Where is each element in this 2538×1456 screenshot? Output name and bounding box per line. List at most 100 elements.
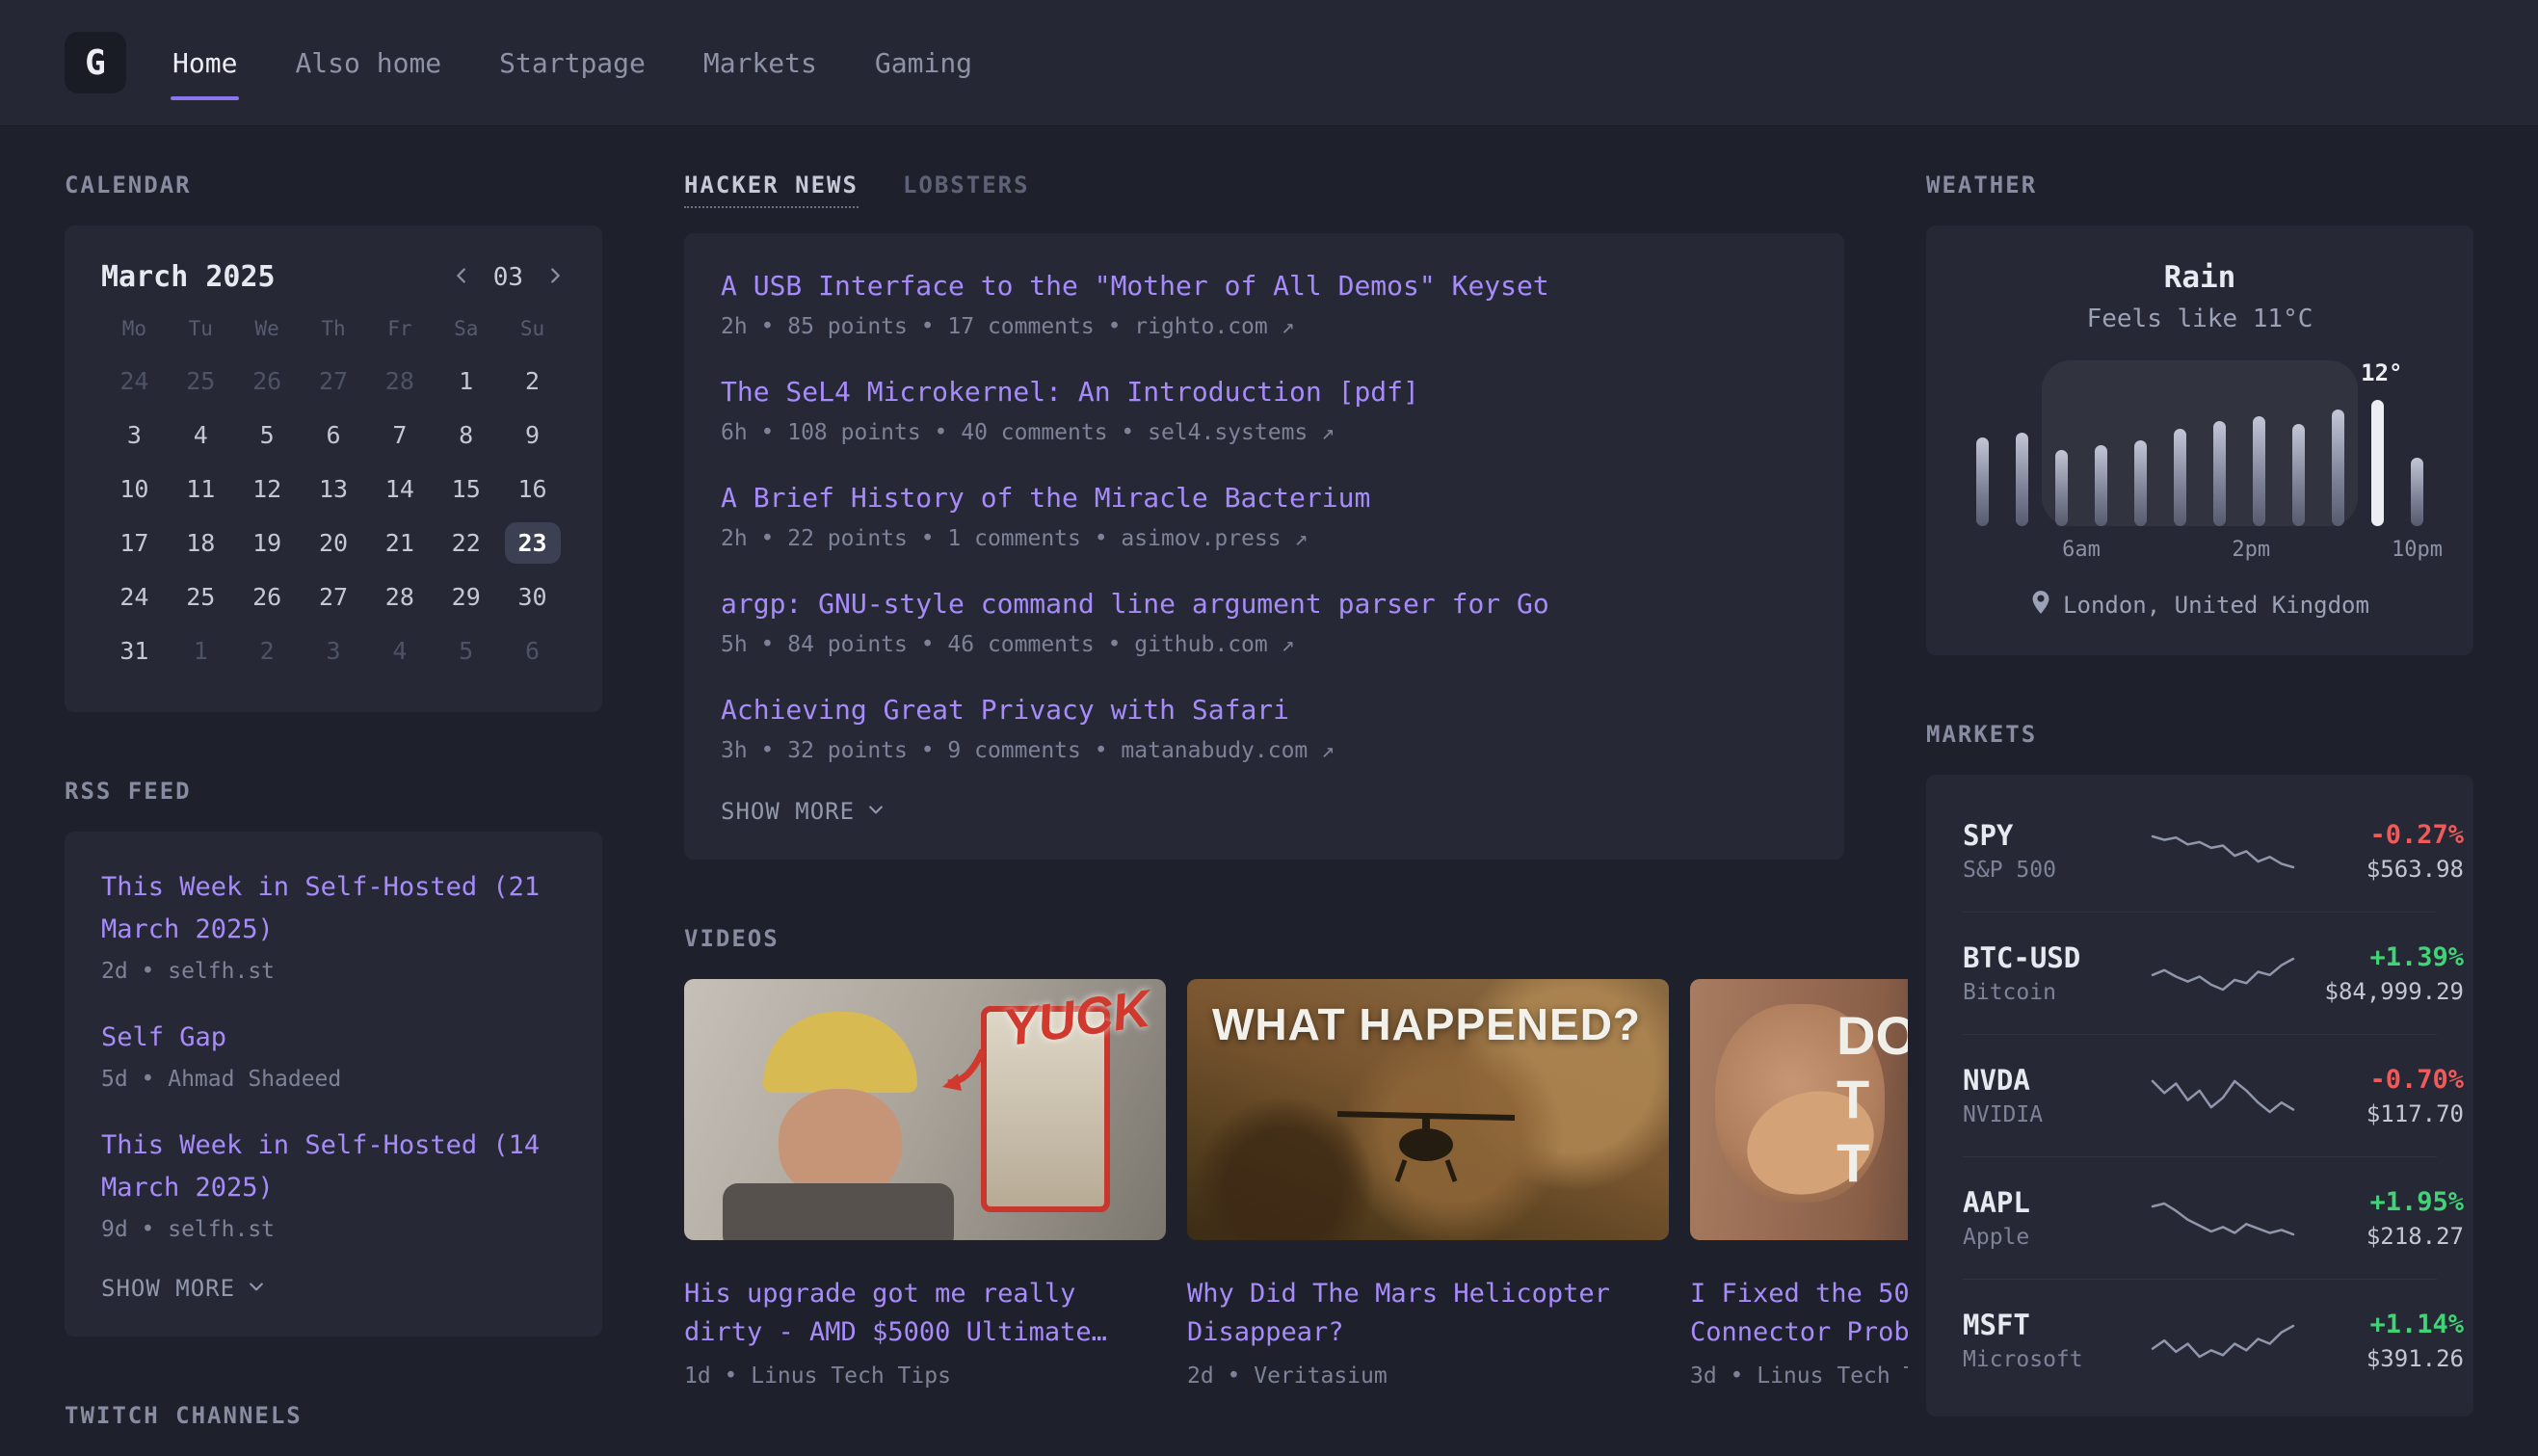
videos-row: YUCK His upgrade got me really dirty - A… — [684, 979, 1908, 1389]
market-row[interactable]: SPY S&P 500 -0.27% $563.98 — [1963, 790, 2437, 912]
video-meta: 2d • Veritasium — [1187, 1363, 1669, 1389]
market-row[interactable]: BTC-USD Bitcoin +1.39% $84,999.29 — [1963, 912, 2437, 1034]
app-logo[interactable]: G — [65, 32, 126, 93]
market-info: BTC-USD Bitcoin — [1963, 941, 2151, 1005]
chevron-down-icon — [247, 1275, 266, 1302]
dashboard: CALENDAR March 2025 03 — [0, 126, 2538, 1456]
video-thumbnail[interactable]: YUCK — [684, 979, 1166, 1240]
video-thumbnail[interactable]: WHAT HAPPENED? — [1187, 979, 1669, 1240]
calendar-day: 12 — [234, 462, 301, 516]
calendar-day: 4 — [168, 408, 234, 462]
body-graphic — [723, 1183, 954, 1240]
market-sparkline — [2151, 1318, 2295, 1363]
rss-item-title[interactable]: Self Gap — [101, 1017, 566, 1059]
calendar-section-title: CALENDAR — [65, 172, 602, 199]
rss-show-more-button[interactable]: SHOW MORE — [101, 1275, 566, 1302]
news-item: A USB Interface to the "Mother of All De… — [721, 268, 1808, 339]
video-card: YUCK His upgrade got me really dirty - A… — [684, 979, 1166, 1389]
time-label: 2pm — [2232, 538, 2270, 562]
weekday-label: Tu — [168, 311, 234, 346]
market-symbol: MSFT — [1963, 1309, 2151, 1341]
calendar-day: 18 — [168, 516, 234, 569]
rss-item: Self Gap 5d • Ahmad Shadeed — [101, 1017, 566, 1092]
market-row[interactable]: NVDA NVIDIA -0.70% $117.70 — [1963, 1034, 2437, 1156]
video-title[interactable]: His upgrade got me really dirty - AMD $5… — [684, 1275, 1166, 1352]
calendar-day: 21 — [366, 516, 433, 569]
news-meta: 2h • 22 points • 1 comments • asimov.pre… — [721, 526, 1808, 551]
weather-bar — [2397, 360, 2437, 526]
right-column: WEATHER Rain Feels like 11°C 12° 6am2pm1… — [1926, 172, 2473, 1456]
market-sparkline — [2151, 951, 2295, 995]
market-info: SPY S&P 500 — [1963, 819, 2151, 883]
tab-hacker-news[interactable]: HACKER NEWS — [684, 172, 859, 208]
market-price: $218.27 — [2295, 1223, 2464, 1250]
news-title[interactable]: The SeL4 Microkernel: An Introduction [p… — [721, 374, 1808, 410]
weather-time-labels: 6am2pm10pm — [1963, 538, 2437, 567]
nav-item-also-home[interactable]: Also home — [293, 26, 443, 100]
hardhat-graphic — [763, 1012, 917, 1093]
calendar-day: 10 — [101, 462, 168, 516]
weather-section-title: WEATHER — [1926, 172, 2473, 199]
video-card: DO T T I Fixed the 5090 Melting Power Co… — [1690, 979, 1908, 1389]
market-symbol: AAPL — [1963, 1186, 2151, 1219]
calendar-day-today: 23 — [499, 516, 566, 569]
current-temp-label: 12° — [2361, 359, 2402, 386]
thumbnail-overlay-text: WHAT HAPPENED? — [1212, 998, 1641, 1050]
weather-location: London, United Kingdom — [1963, 590, 2437, 621]
news-tabs: HACKER NEWS LOBSTERS — [684, 172, 1844, 208]
news-title[interactable]: Achieving Great Privacy with Safari — [721, 692, 1808, 728]
market-info: NVDA NVIDIA — [1963, 1064, 2151, 1127]
rss-item-title[interactable]: This Week in Self-Hosted (21 March 2025) — [101, 866, 566, 951]
market-values: -0.27% $563.98 — [2295, 820, 2464, 883]
face-graphic — [779, 1089, 902, 1199]
market-change: -0.70% — [2295, 1065, 2464, 1095]
weather-location-text: London, United Kingdom — [2063, 592, 2369, 619]
news-title[interactable]: argp: GNU-style command line argument pa… — [721, 586, 1808, 622]
calendar-day: 1 — [433, 354, 499, 408]
market-row[interactable]: MSFT Microsoft +1.14% $391.26 — [1963, 1279, 2437, 1401]
calendar-day: 5 — [234, 408, 301, 462]
news-title[interactable]: A Brief History of the Miracle Bacterium — [721, 480, 1808, 516]
nav-item-home[interactable]: Home — [171, 26, 239, 100]
calendar-widget: March 2025 03 MoTuWeThFrSaSu — [65, 225, 602, 712]
calendar-day: 5 — [433, 623, 499, 677]
news-title[interactable]: A USB Interface to the "Mother of All De… — [721, 268, 1808, 304]
weather-chart: 12° — [1963, 360, 2437, 526]
nav-item-gaming[interactable]: Gaming — [873, 26, 974, 100]
video-title[interactable]: Why Did The Mars Helicopter Disappear? — [1187, 1275, 1669, 1352]
news-meta: 3h • 32 points • 9 comments • matanabudy… — [721, 738, 1808, 763]
red-arrow-graphic — [933, 1046, 991, 1100]
weather-bar — [2318, 360, 2358, 526]
rss-widget: This Week in Self-Hosted (21 March 2025)… — [65, 832, 602, 1337]
left-column: CALENDAR March 2025 03 — [65, 172, 602, 1456]
calendar-prev-button[interactable] — [451, 265, 472, 290]
news-item: A Brief History of the Miracle Bacterium… — [721, 480, 1808, 551]
calendar-day: 29 — [433, 569, 499, 623]
time-label: 6am — [2062, 538, 2101, 562]
market-row[interactable]: AAPL Apple +1.95% $218.27 — [1963, 1156, 2437, 1279]
market-values: -0.70% $117.70 — [2295, 1065, 2464, 1127]
calendar-day: 16 — [499, 462, 566, 516]
news-show-more-button[interactable]: SHOW MORE — [721, 798, 1808, 825]
rss-item-meta: 2d • selfh.st — [101, 959, 566, 984]
nav-item-markets[interactable]: Markets — [701, 26, 819, 100]
market-values: +1.14% $391.26 — [2295, 1310, 2464, 1372]
video-thumbnail[interactable]: DO T T — [1690, 979, 1908, 1240]
calendar-day: 13 — [301, 462, 367, 516]
calendar-day: 2 — [499, 354, 566, 408]
nav-item-startpage[interactable]: Startpage — [497, 26, 648, 100]
tab-lobsters[interactable]: LOBSTERS — [903, 172, 1030, 199]
weather-bar: 12° — [2358, 360, 2397, 526]
calendar-day: 11 — [168, 462, 234, 516]
videos-section-title: VIDEOS — [684, 925, 1844, 952]
weather-bar — [2081, 360, 2121, 526]
calendar-month-title: March 2025 — [101, 260, 276, 294]
calendar-next-button[interactable] — [544, 265, 566, 290]
weekday-label: Mo — [101, 311, 168, 346]
video-title[interactable]: I Fixed the 5090 Melting Power Connector… — [1690, 1275, 1908, 1352]
calendar-day: 17 — [101, 516, 168, 569]
market-change: +1.14% — [2295, 1310, 2464, 1339]
market-change: +1.39% — [2295, 942, 2464, 972]
chevron-down-icon — [866, 798, 886, 825]
rss-item-title[interactable]: This Week in Self-Hosted (14 March 2025) — [101, 1125, 566, 1209]
